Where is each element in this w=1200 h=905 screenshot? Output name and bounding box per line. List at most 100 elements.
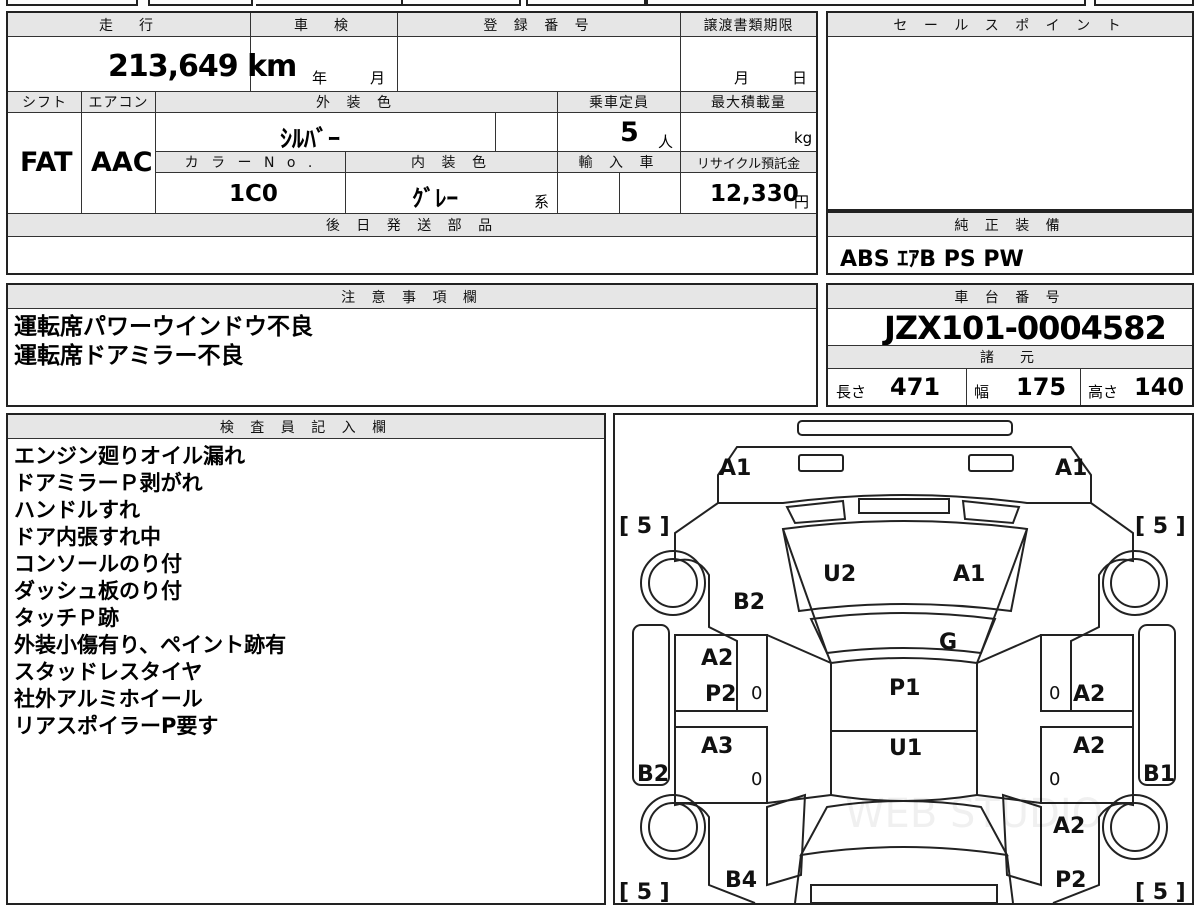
hood-vent-mid [858, 498, 950, 514]
tire-label-tr: [ 5 ] [1135, 514, 1186, 539]
chassis-number: JZX101-0004582 [884, 309, 1167, 347]
registration-header: 登 録 番 号 [397, 13, 680, 37]
label-door-rr: A2 [1073, 734, 1105, 759]
tire-front-left-shape [640, 550, 706, 616]
label-roof2: U1 [889, 736, 922, 761]
chassis-header: 車 台 番 号 [828, 285, 1192, 309]
inspector-header: 検 査 員 記 入 欄 [8, 415, 604, 439]
transfer-day: 日 [792, 69, 808, 87]
watermark: WEB STUDIO [845, 791, 1103, 837]
windshield-shape [809, 612, 997, 655]
front-bumper-shape [797, 420, 1013, 436]
hood-vent-left [785, 499, 847, 525]
length-value: 471 [890, 373, 941, 401]
inspector-line: コンソールのり付 [14, 552, 182, 576]
maxload-header: 最大積載量 [680, 91, 816, 113]
label-door-fl: A2 [701, 646, 733, 671]
front-light-left [798, 454, 844, 472]
shift-header: シフト [8, 91, 81, 113]
transfer-header: 譲渡書類期限 [680, 13, 816, 37]
tire-front-right-shape [1102, 550, 1168, 616]
height-value: 140 [1134, 373, 1185, 401]
inspector-line: リアスポイラーP要す [14, 714, 219, 738]
notes-box: 注 意 事 項 欄 運転席パワーウインドウ不良 運転席ドアミラー不良 [6, 283, 818, 407]
capacity-unit: 人 [658, 133, 674, 151]
aircon-header: エアコン [81, 91, 155, 113]
inspector-line: ドア内張すれ中 [14, 525, 161, 549]
label-roof: P1 [889, 676, 920, 701]
hood-shape [781, 520, 1029, 613]
label-rear-bl: B4 [725, 868, 757, 893]
inspector-line: エンジン廻りオイル漏れ [14, 444, 245, 468]
sales-point-box: セ ー ル ス ポ イ ン ト [826, 11, 1194, 211]
import-header: 輸 入 車 [557, 151, 680, 173]
label-fender-left: B2 [733, 590, 765, 615]
side-skirt-right [1138, 624, 1176, 786]
height-label: 高さ [1088, 383, 1119, 401]
colorno-header: カ ラ ー N o . [155, 151, 345, 173]
mileage-header: 走 行 [8, 13, 250, 37]
zero-door-rl: 0 [751, 769, 762, 790]
capacity-header: 乗車定員 [557, 91, 680, 113]
exterior-value: ｼﾙﾊﾞｰ [280, 125, 340, 153]
label-front-left: A1 [719, 456, 751, 481]
recycle-header: リサイクル預託金 [680, 151, 816, 173]
width-value: 175 [1016, 373, 1067, 401]
label-door-fr: A2 [1073, 682, 1105, 707]
width-label: 幅 [974, 383, 990, 401]
car-diagram-box: A1 A1 U2 A1 B2 G A2 P2 P1 A3 U1 A2 A2 B2… [613, 413, 1194, 905]
car-diagram: A1 A1 U2 A1 B2 G A2 P2 P1 A3 U1 A2 A2 B2… [619, 420, 1186, 903]
vehicle-spec-grid: 走 行 車 検 登 録 番 号 譲渡書類期限 213,649 km 年 月 月 … [6, 11, 818, 275]
recycle-value: 12,330 [710, 181, 799, 207]
rear-bumper-shape [810, 884, 998, 903]
sales-point-header: セ ー ル ス ポ イ ン ト [828, 13, 1192, 37]
label-quarter-left: B2 [637, 762, 669, 787]
zero-door-fl: 0 [751, 683, 762, 704]
label-hood-right: A1 [953, 562, 985, 587]
zero-door-rr: 0 [1049, 769, 1060, 790]
inspection-header: 車 検 [250, 13, 397, 37]
label-rear-br: P2 [1055, 868, 1086, 893]
side-skirt-left [632, 624, 670, 786]
later-parts-header: 後 日 発 送 部 品 [8, 213, 816, 237]
tire-rear-left-shape [640, 794, 706, 860]
tire-rear-right-shape [1102, 794, 1168, 860]
recycle-unit: 円 [794, 193, 810, 211]
inspector-line: 社外アルミホイール [14, 687, 203, 711]
inspector-line: ドアミラーＰ剥がれ [14, 471, 203, 495]
transfer-month: 月 [734, 69, 750, 87]
inspector-box: 検 査 員 記 入 欄 エンジン廻りオイル漏れ ドアミラーＰ剥がれ ハンドルすれ… [6, 413, 606, 905]
inspection-month: 月 [370, 69, 386, 87]
inspector-line: ダッシュ板のり付 [14, 579, 182, 603]
note-line: 運転席ドアミラー不良 [14, 343, 244, 369]
label-door-rl: A3 [701, 734, 733, 759]
inspector-line: 外装小傷有り、ペイント跡有 [14, 633, 287, 657]
shift-value: FAT [20, 147, 73, 178]
inspector-line: ハンドルすれ [14, 498, 140, 522]
equipment-value: ABS ｴｱB PS PW [840, 247, 1024, 272]
maxload-unit: kg [794, 129, 813, 147]
equipment-box: 純 正 装 備 ABS ｴｱB PS PW [826, 211, 1194, 275]
exterior-header: 外 装 色 [155, 91, 557, 113]
label-door-fl2: P2 [705, 682, 736, 707]
trunk-shape [794, 854, 1014, 903]
inspector-lines: エンジン廻りオイル漏れ ドアミラーＰ剥がれ ハンドルすれ ドア内張すれ中 コンソ… [14, 443, 286, 740]
interior-suffix: 系 [534, 193, 550, 211]
specs-header: 諸 元 [828, 345, 1192, 369]
label-front-right: A1 [1055, 456, 1087, 481]
label-hood-left: U2 [823, 562, 856, 587]
equipment-header: 純 正 装 備 [828, 213, 1192, 237]
mileage-value: 213,649 km [108, 49, 297, 84]
zero-door-fr: 0 [1049, 683, 1060, 704]
capacity-value: 5 [620, 117, 639, 148]
front-grille-shape [717, 446, 1092, 504]
top-cutoff-strip [6, 0, 1194, 6]
interior-value: ｸﾞﾚｰ [412, 186, 458, 212]
inspection-year: 年 [312, 69, 328, 87]
notes-header: 注 意 事 項 欄 [8, 285, 816, 309]
notes-lines: 運転席パワーウインドウ不良 運転席ドアミラー不良 [14, 313, 313, 371]
label-quarter-right: B1 [1143, 762, 1175, 787]
front-light-right [968, 454, 1014, 472]
tire-label-tl: [ 5 ] [619, 514, 670, 539]
label-g: G [939, 630, 957, 655]
